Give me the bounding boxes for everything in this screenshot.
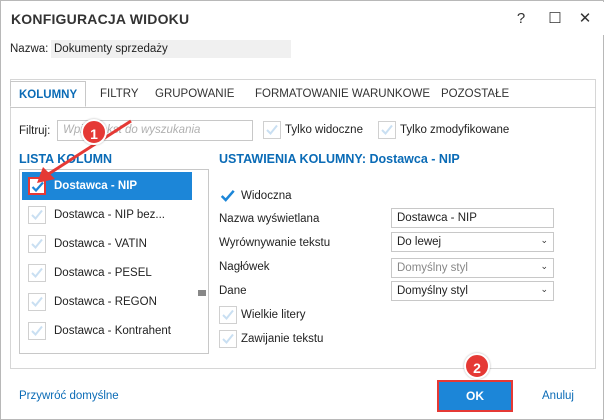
data-value: Domyślny styl [397, 285, 468, 297]
scrollbar-thumb[interactable] [198, 290, 206, 296]
only-visible-checkbox[interactable]: Tylko widoczne [263, 121, 363, 139]
list-item[interactable]: Dostawca - NIP bez... [22, 201, 192, 229]
chevron-down-icon: ⌄ [540, 284, 548, 294]
tab-formatowanie-warunkowe[interactable]: FORMATOWANIE WARUNKOWE [247, 81, 438, 107]
tab-grupowanie[interactable]: GRUPOWANIE [147, 81, 242, 107]
checkbox-icon [219, 306, 237, 324]
header-label: Nagłówek [219, 261, 270, 273]
header-select[interactable]: Domyślny styl ⌄ [391, 258, 554, 278]
visible-checkbox[interactable]: Widoczna [219, 187, 292, 205]
name-field[interactable]: Dokumenty sprzedaży [51, 40, 291, 58]
checkbox-icon [378, 121, 396, 139]
visible-label: Widoczna [241, 190, 292, 202]
dialog-window: KONFIGURACJA WIDOKU ? ☐ ✕ Nazwa: Dokumen… [0, 0, 604, 420]
maximize-button[interactable]: ☐ [543, 7, 567, 31]
checkbox-icon [219, 330, 237, 348]
checkbox-icon[interactable] [28, 206, 46, 224]
list-item[interactable]: Dostawca - REGON [22, 288, 192, 316]
tab-pozostale[interactable]: POZOSTAŁE [433, 81, 517, 107]
ok-button[interactable]: OK [437, 380, 513, 412]
chevron-down-icon: ⌄ [540, 235, 548, 245]
columns-list: Dostawca - NIP Dostawca - NIP bez... Dos… [19, 169, 209, 354]
list-item-label: Dostawca - VATIN [54, 238, 147, 250]
restore-defaults-link[interactable]: Przywróć domyślne [19, 390, 119, 402]
checkbox-icon[interactable] [28, 235, 46, 253]
align-label: Wyrównywanie tekstu [219, 237, 331, 249]
list-item[interactable]: Dostawca - Kontrahent [22, 317, 192, 345]
name-row: Nazwa: Dokumenty sprzedaży [1, 37, 603, 61]
data-select[interactable]: Domyślny styl ⌄ [391, 281, 554, 301]
list-item[interactable]: Dostawca - VATIN [22, 230, 192, 258]
checkbox-icon[interactable] [28, 293, 46, 311]
wrap-checkbox[interactable]: Zawijanie tekstu [219, 330, 323, 348]
list-item-label: Dostawca - Kontrahent [54, 325, 171, 337]
help-button[interactable]: ? [509, 7, 533, 31]
tab-filtry[interactable]: FILTRY [92, 81, 147, 107]
wrap-label: Zawijanie tekstu [241, 333, 324, 345]
checkbox-icon [263, 121, 281, 139]
display-name-label: Nazwa wyświetlana [219, 213, 320, 225]
tab-kolumny[interactable]: KOLUMNY [10, 81, 87, 107]
checkbox-icon[interactable] [28, 322, 46, 340]
header-value: Domyślny styl [397, 262, 468, 274]
annotation-badge-1: 1 [81, 119, 107, 145]
dialog-title: KONFIGURACJA WIDOKU [11, 11, 190, 27]
cancel-link[interactable]: Anuluj [542, 390, 574, 402]
list-item-label: Dostawca - PESEL [54, 267, 152, 279]
only-modified-checkbox[interactable]: Tylko zmodyfikowane [378, 121, 509, 139]
checkbox-icon[interactable] [28, 264, 46, 282]
title-bar: KONFIGURACJA WIDOKU ? ☐ ✕ [2, 2, 604, 35]
checkbox-icon [219, 187, 237, 205]
list-item-label: Dostawca - REGON [54, 296, 157, 308]
only-visible-label: Tylko widoczne [285, 124, 363, 136]
name-label: Nazwa: [10, 43, 49, 55]
list-item[interactable]: Dostawca - PESEL [22, 259, 192, 287]
align-value: Do lewej [397, 236, 442, 248]
annotation-badge-2: 2 [464, 353, 490, 379]
list-item-label: Dostawca - NIP bez... [54, 209, 165, 221]
column-settings-title: USTAWIENIA KOLUMNY: Dostawca - NIP [219, 152, 460, 166]
data-label: Dane [219, 285, 247, 297]
uppercase-checkbox[interactable]: Wielkie litery [219, 306, 306, 324]
align-select[interactable]: Do lewej ⌄ [391, 232, 554, 252]
chevron-down-icon: ⌄ [540, 261, 548, 271]
uppercase-label: Wielkie litery [241, 309, 306, 321]
tabs-divider [10, 107, 596, 108]
close-button[interactable]: ✕ [573, 7, 597, 31]
display-name-value: Dostawca - NIP [397, 212, 477, 224]
only-modified-label: Tylko zmodyfikowane [400, 124, 510, 136]
display-name-field[interactable]: Dostawca - NIP [391, 208, 554, 228]
